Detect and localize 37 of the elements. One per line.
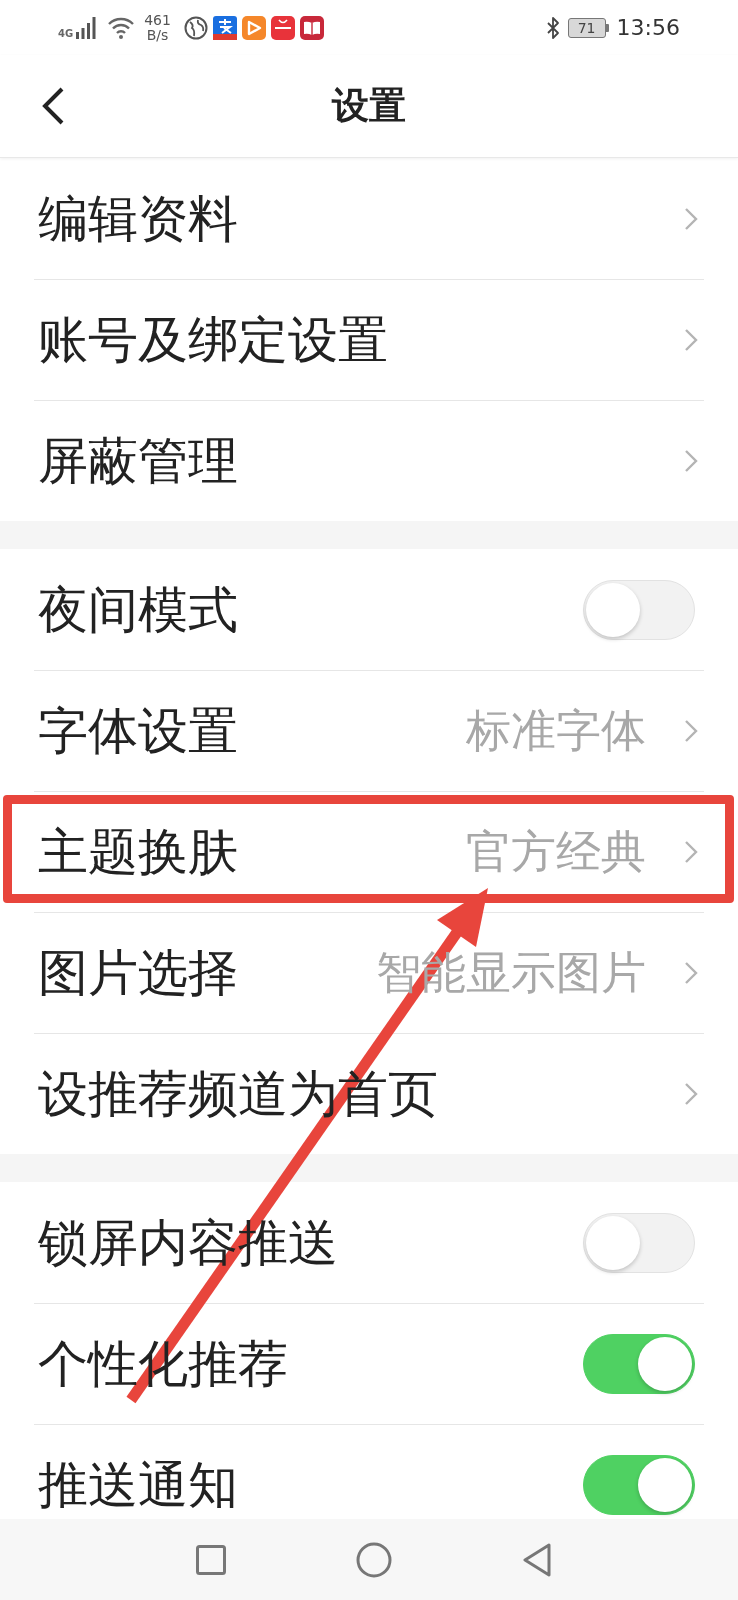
globe-icon	[183, 15, 208, 40]
bluetooth-icon	[545, 15, 560, 40]
wifi-icon	[107, 16, 136, 39]
chevron-right-icon[interactable]	[684, 840, 698, 864]
setting-value: 官方经典	[466, 825, 646, 879]
chevron-right-icon[interactable]	[684, 449, 698, 473]
network-speed-value: 461	[144, 12, 171, 28]
chevron-right-icon[interactable]	[684, 206, 698, 231]
app-icon	[212, 15, 237, 40]
setting-label[interactable]: 图片选择	[38, 943, 238, 1003]
clock-time: 13:56	[616, 15, 680, 40]
circle-icon[interactable]	[356, 1541, 392, 1578]
chevron-right-icon[interactable]	[684, 328, 698, 352]
back-triangle-icon[interactable]	[522, 1542, 552, 1577]
setting-label[interactable]: 主题换肤	[38, 822, 238, 882]
page-title: 设置	[332, 83, 406, 129]
square-icon[interactable]	[196, 1544, 226, 1575]
network-speed-unit: B/s	[146, 27, 169, 43]
toggle-switch[interactable]	[583, 1334, 695, 1394]
battery-indicator: 71	[567, 17, 609, 38]
setting-label[interactable]: 编辑资料	[38, 188, 238, 249]
setting-label: 夜间模式	[38, 579, 238, 640]
back-icon	[40, 87, 66, 125]
book-icon	[299, 15, 324, 40]
play-app-icon	[241, 15, 266, 40]
chevron-right-icon[interactable]	[684, 961, 698, 985]
setting-label[interactable]: 账号及绑定设置	[38, 310, 388, 370]
chevron-right-icon[interactable]	[684, 719, 698, 743]
setting-label[interactable]: 屏蔽管理	[38, 431, 238, 491]
setting-label[interactable]: 字体设置	[38, 701, 238, 761]
network-type-label: 4G	[58, 27, 74, 39]
signal-icon	[76, 16, 97, 39]
app-icon	[270, 15, 295, 40]
toggle-switch[interactable]	[583, 1455, 695, 1515]
setting-value: 标准字体	[466, 704, 646, 758]
chevron-right-icon[interactable]	[684, 1082, 698, 1106]
setting-label: 推送通知	[38, 1455, 238, 1515]
